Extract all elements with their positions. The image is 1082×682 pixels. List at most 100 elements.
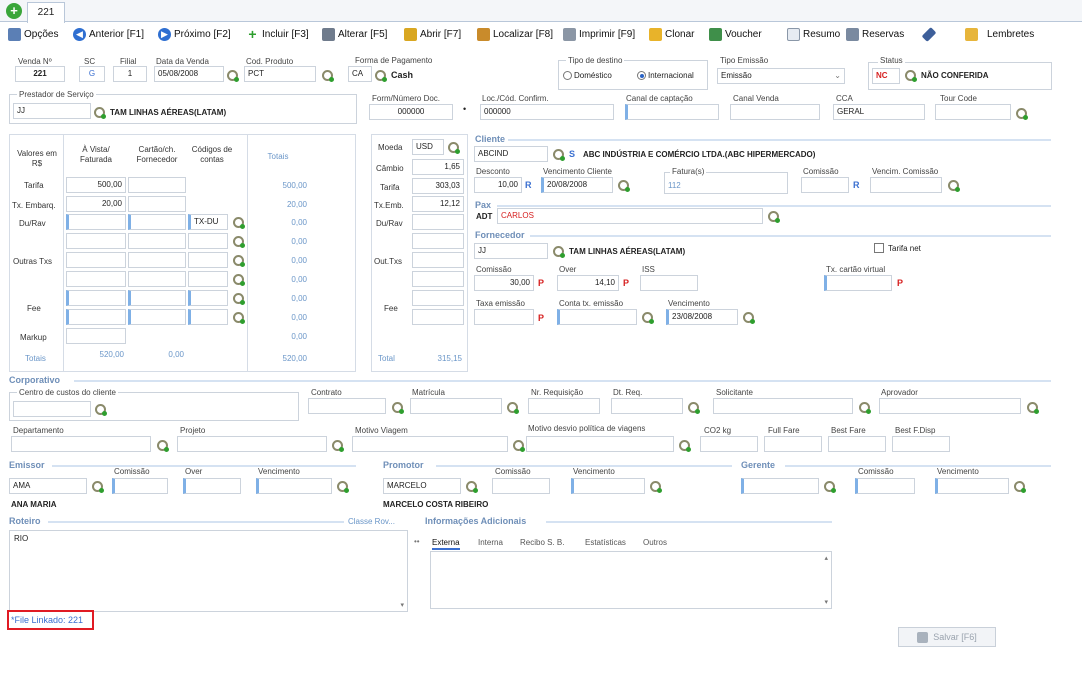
venc-cliente-field[interactable]: 20/08/2008	[541, 177, 613, 193]
domestico-radio[interactable]: Doméstico	[563, 71, 612, 81]
imprimir-button[interactable]: Imprimir [F9]	[563, 26, 635, 42]
departamento-field[interactable]	[11, 436, 151, 452]
outras-codigo-cell-3[interactable]	[188, 271, 228, 287]
pax-name-field[interactable]: CARLOS	[497, 208, 763, 224]
gerente-comissao-field[interactable]	[855, 478, 915, 494]
outras-cartao-cell-1[interactable]	[128, 233, 186, 249]
cur-du-field[interactable]	[412, 214, 464, 230]
forn-comissao-field[interactable]: 30,00	[474, 275, 534, 291]
cod-produto-field[interactable]: PCT	[244, 66, 316, 82]
form-doc-field[interactable]: 000000	[369, 104, 453, 120]
status-code-field[interactable]: NC	[872, 68, 900, 84]
cur-tarifa-field[interactable]: 303,03	[412, 178, 464, 194]
fee-cartao-cell-2[interactable]	[128, 309, 186, 325]
emissor-comissao-field[interactable]	[112, 478, 168, 494]
codigo-lookup-icon[interactable]	[233, 293, 245, 305]
promotor-code-field[interactable]: MARCELO	[383, 478, 461, 494]
moeda-lookup-icon[interactable]	[448, 142, 460, 154]
gerente-venc-lookup-icon[interactable]	[1014, 481, 1026, 493]
forn-venc-field[interactable]: 23/08/2008	[666, 309, 738, 325]
emissor-lookup-icon[interactable]	[92, 481, 104, 493]
solicitante-lookup-icon[interactable]	[859, 402, 871, 414]
markup-avista-cell[interactable]	[66, 328, 126, 344]
loc-field[interactable]: 000000	[480, 104, 614, 120]
tab-sale-221[interactable]: 221	[27, 2, 65, 23]
promotor-comissao-field[interactable]	[492, 478, 550, 494]
fee-avista-cell-1[interactable]	[66, 290, 126, 306]
tour-code-lookup-icon[interactable]	[1016, 108, 1028, 120]
emissor-over-field[interactable]	[183, 478, 241, 494]
contrato-field[interactable]	[308, 398, 386, 414]
status-lookup-icon[interactable]	[905, 70, 917, 82]
promotor-venc-lookup-icon[interactable]	[650, 481, 662, 493]
outras-avista-cell-2[interactable]	[66, 252, 126, 268]
scroll-down-icon[interactable]: ▾	[824, 598, 828, 606]
outras-avista-cell-1[interactable]	[66, 233, 126, 249]
cur-out-field-2[interactable]	[412, 252, 464, 268]
fee-codigo-cell-2[interactable]	[188, 309, 228, 325]
data-venda-field[interactable]: 05/08/2008	[154, 66, 224, 82]
cliente-code-field[interactable]: ABCIND	[474, 146, 548, 162]
outras-codigo-cell-1[interactable]	[188, 233, 228, 249]
tarifa-cartao-cell[interactable]	[128, 177, 186, 193]
abrir-button[interactable]: Abrir [F7]	[404, 26, 461, 42]
cur-fee-field-2[interactable]	[412, 309, 464, 325]
filial-field[interactable]: 1	[113, 66, 147, 82]
info-adicionais-textarea[interactable]: ▴ ▾	[430, 551, 832, 609]
new-tab-plus-icon[interactable]: +	[6, 3, 22, 19]
emissor-venc-field[interactable]	[256, 478, 332, 494]
venc-comissao-lookup-icon[interactable]	[948, 180, 960, 192]
roteiro-textarea[interactable]: RIO ▾	[9, 530, 408, 612]
matricula-lookup-icon[interactable]	[507, 402, 519, 414]
cliente-comissao-field[interactable]	[801, 177, 849, 193]
du-avista-cell[interactable]	[66, 214, 126, 230]
produto-lookup-icon[interactable]	[322, 70, 334, 82]
date-lookup-icon[interactable]	[227, 70, 239, 82]
incluir-button[interactable]: + Incluir [F3]	[246, 26, 308, 42]
emissor-venc-lookup-icon[interactable]	[337, 481, 349, 493]
fee-codigo-cell-1[interactable]	[188, 290, 228, 306]
best-fdisp-field[interactable]	[892, 436, 950, 452]
solicitante-field[interactable]	[713, 398, 853, 414]
tab-outros[interactable]: Outros	[643, 538, 667, 547]
codigo-lookup-icon[interactable]	[233, 274, 245, 286]
fee-cartao-cell-1[interactable]	[128, 290, 186, 306]
classe-rov-link[interactable]: Classe Rov...	[348, 517, 395, 526]
anterior-button[interactable]: ◀ Anterior [F1]	[73, 26, 144, 42]
fornecedor-lookup-icon[interactable]	[553, 246, 565, 258]
clonar-button[interactable]: Clonar	[649, 26, 694, 42]
outras-cartao-cell-2[interactable]	[128, 252, 186, 268]
motivo-desvio-field[interactable]	[526, 436, 674, 452]
codigo-lookup-icon[interactable]	[233, 236, 245, 248]
resumo-button[interactable]: Resumo	[787, 26, 840, 42]
lembretes-button[interactable]: Lembretes	[965, 26, 1034, 42]
file-linkado-link[interactable]: *File Linkado: 221	[7, 610, 94, 630]
conta-tx-field[interactable]	[557, 309, 637, 325]
aprovador-field[interactable]	[879, 398, 1021, 414]
fornecedor-code-field[interactable]: JJ	[474, 243, 548, 259]
outras-cartao-cell-3[interactable]	[128, 271, 186, 287]
forma-pagamento-code-field[interactable]: CA	[348, 66, 372, 82]
dt-req-lookup-icon[interactable]	[688, 402, 700, 414]
internacional-radio[interactable]: Internacional	[637, 71, 694, 81]
iss-field[interactable]	[640, 275, 698, 291]
codigo-lookup-icon[interactable]	[233, 255, 245, 267]
centro-custo-lookup-icon[interactable]	[95, 404, 107, 416]
conta-tx-lookup-icon[interactable]	[642, 312, 654, 324]
voucher-button[interactable]: Voucher	[709, 26, 762, 42]
tarifa-net-checkbox[interactable]	[874, 243, 884, 253]
scroll-down-icon[interactable]: ▾	[400, 601, 404, 609]
co2-field[interactable]	[700, 436, 758, 452]
cca-field[interactable]: GERAL	[833, 104, 925, 120]
cambio-field[interactable]: 1,65	[412, 159, 464, 175]
prestador-lookup-icon[interactable]	[94, 107, 106, 119]
cliente-lookup-icon[interactable]	[553, 149, 565, 161]
proximo-button[interactable]: ▶ Próximo [F2]	[158, 26, 231, 42]
prestador-code-field[interactable]: JJ	[13, 103, 91, 119]
pax-lookup-icon[interactable]	[768, 211, 780, 223]
forn-venc-lookup-icon[interactable]	[743, 312, 755, 324]
reservas-button[interactable]: Reservas	[846, 26, 904, 42]
promotor-lookup-icon[interactable]	[466, 481, 478, 493]
tx-cartao-field[interactable]	[824, 275, 892, 291]
contrato-lookup-icon[interactable]	[392, 402, 404, 414]
